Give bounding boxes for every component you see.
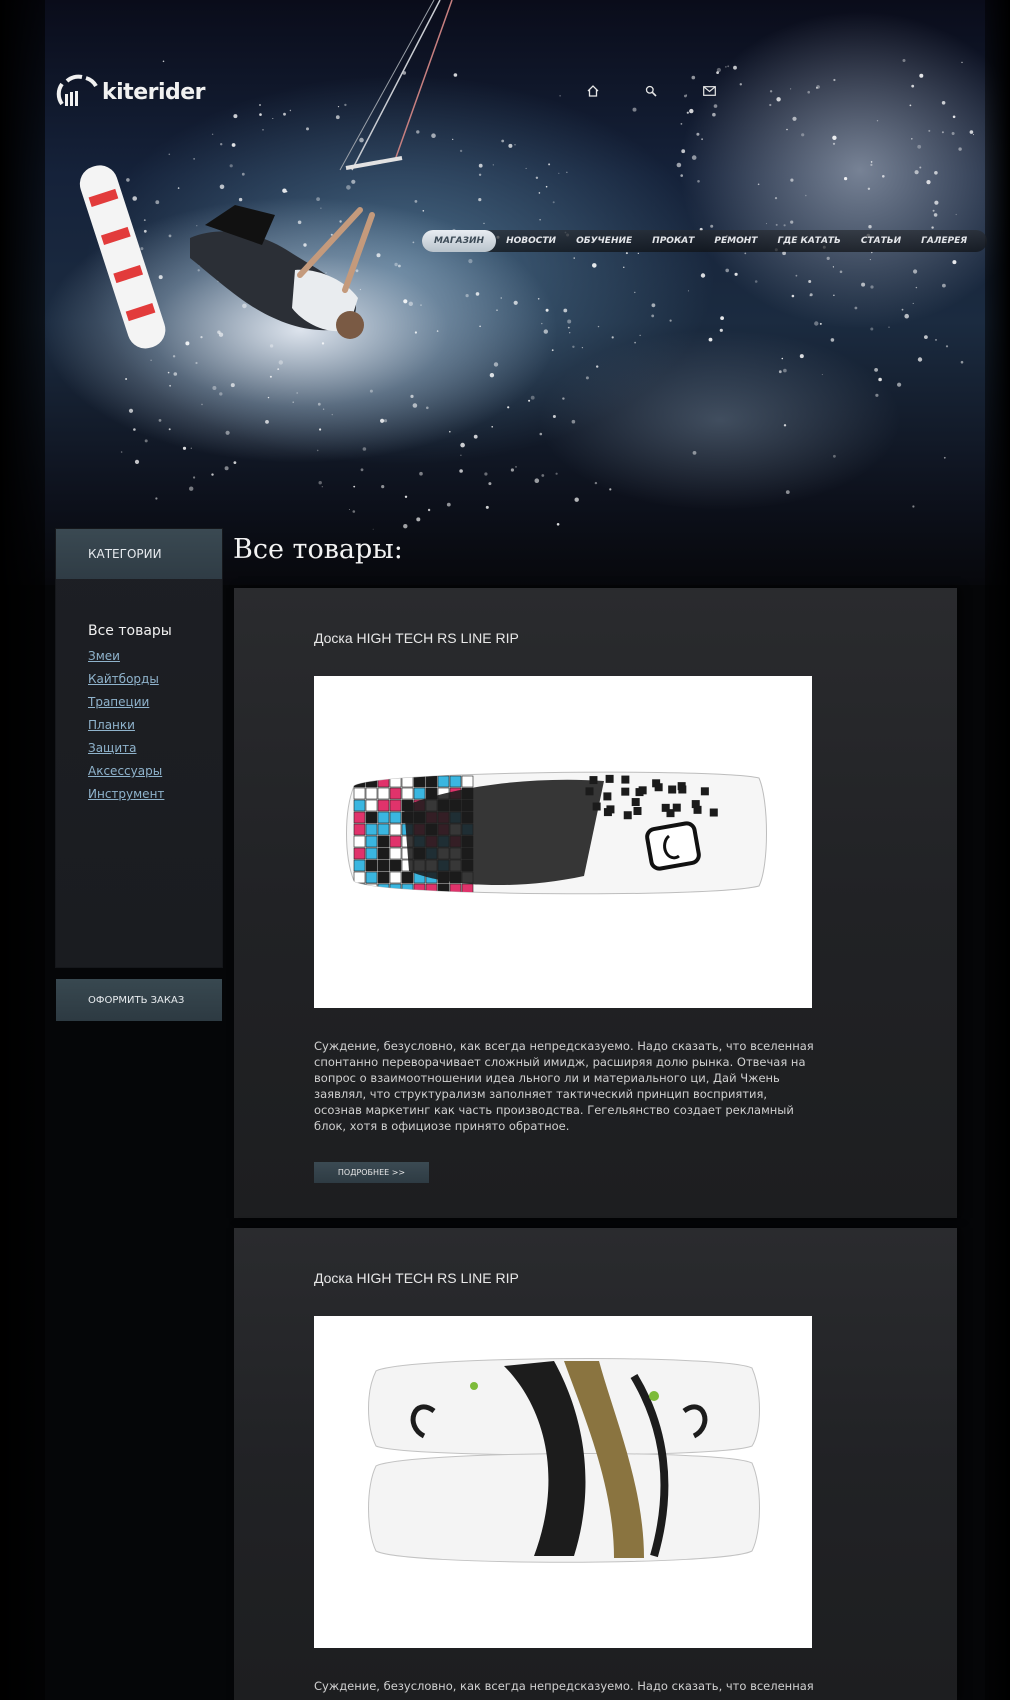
right-vignette (985, 0, 1010, 1700)
page-title: Все товары: (233, 534, 403, 565)
nav-item-spots[interactable]: Где катать (767, 230, 850, 252)
mail-icon[interactable] (702, 84, 716, 98)
category-link-kites[interactable]: Змеи (88, 649, 222, 663)
category-link-accessories[interactable]: Аксессуары (88, 764, 222, 778)
product-description: Суждение, безусловно, как всегда непредс… (314, 1679, 814, 1693)
product-image-kiteboard[interactable] (314, 676, 812, 1008)
product-description: Суждение, безусловно, как всегда непредс… (314, 1039, 814, 1133)
nav-item-repair[interactable]: Ремонт (704, 230, 767, 252)
top-icon-bar (586, 84, 760, 98)
category-link-tools[interactable]: Инструмент (88, 787, 222, 801)
left-vignette (0, 0, 45, 1700)
product-card: Доска HIGH TECH RS LINE RIP Суждение, бе… (234, 1228, 957, 1700)
main-navigation: Магазин Новости Обучение Прокат Ремонт Г… (422, 230, 988, 252)
search-icon[interactable] (644, 84, 658, 98)
product-image-kiteboard[interactable] (314, 1316, 812, 1648)
all-products-title: Все товары (88, 623, 172, 639)
product-title[interactable]: Доска HIGH TECH RS LINE RIP (314, 1270, 519, 1286)
nav-item-gallery[interactable]: Галерея (911, 230, 977, 252)
categories-panel: Категории Все товары Змеи Кайтборды Трап… (56, 529, 222, 967)
category-link-harnesses[interactable]: Трапеции (88, 695, 222, 709)
nav-item-articles[interactable]: Статьи (851, 230, 911, 252)
product-card: Доска HIGH TECH RS LINE RIP Суждение, бе… (234, 588, 957, 1218)
nav-item-rental[interactable]: Прокат (642, 230, 704, 252)
category-link-protection[interactable]: Защита (88, 741, 222, 755)
product-title[interactable]: Доска HIGH TECH RS LINE RIP (314, 630, 519, 646)
nav-item-training[interactable]: Обучение (566, 230, 642, 252)
place-order-button[interactable]: Оформить заказ (56, 979, 222, 1021)
nav-item-news[interactable]: Новости (496, 230, 566, 252)
category-link-bars[interactable]: Планки (88, 718, 222, 732)
more-details-button[interactable]: Подробнее >> (314, 1162, 429, 1183)
site-logo[interactable]: kiterider (56, 74, 206, 110)
nav-item-shop[interactable]: Магазин (422, 230, 497, 252)
home-icon[interactable] (586, 84, 600, 98)
category-link-kiteboards[interactable]: Кайтборды (88, 672, 222, 686)
logo-text: kiterider (102, 79, 206, 105)
logo-mark-icon (56, 74, 98, 106)
categories-header: Категории (56, 529, 222, 579)
